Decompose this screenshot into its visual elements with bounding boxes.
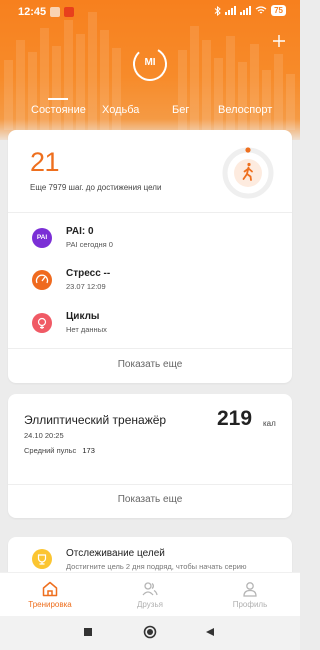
status-icons: 75 bbox=[214, 5, 286, 16]
nav-label: Профиль bbox=[232, 600, 268, 609]
status-bar: 12:45 75 bbox=[0, 0, 300, 24]
workout-unit: кал bbox=[263, 419, 276, 428]
battery-indicator: 75 bbox=[271, 5, 286, 16]
steps-caption: Еще 7979 шаг. до достижения цели bbox=[30, 183, 162, 192]
notification-icon bbox=[50, 7, 60, 17]
plus-icon bbox=[273, 35, 285, 47]
pai-icon: PAI bbox=[32, 228, 52, 248]
metric-title: PAI: 0 bbox=[66, 226, 94, 237]
tab-walking[interactable]: Ходьба bbox=[102, 104, 139, 116]
workout-card[interactable]: Эллиптический тренажёр 219 кал 24.10 20:… bbox=[8, 394, 292, 518]
steps-ring[interactable] bbox=[220, 145, 276, 201]
metric-title: Стресс -- bbox=[66, 268, 111, 279]
goal-title: Отслеживание целей bbox=[66, 548, 165, 559]
workout-pulse: Средний пульс 173 bbox=[24, 446, 95, 455]
status-card: 21 Еще 7979 шаг. до достижения цели PAI … bbox=[8, 130, 292, 383]
show-more-button[interactable]: Показать еще bbox=[8, 359, 292, 370]
metric-subtitle: Нет данных bbox=[66, 325, 107, 334]
steps-value[interactable]: 21 bbox=[30, 147, 60, 178]
goal-description: Достигните цель 2 дня подряд, чтобы нача… bbox=[66, 562, 247, 571]
home-button-icon[interactable] bbox=[143, 625, 157, 639]
pulse-value: 173 bbox=[82, 446, 95, 455]
nav-label: Друзья bbox=[137, 600, 163, 609]
metric-cycles[interactable]: Циклы Нет данных bbox=[32, 311, 272, 341]
pulse-label: Средний пульс bbox=[24, 446, 77, 455]
nav-profile[interactable]: Профиль bbox=[210, 573, 290, 617]
cycles-flower-icon bbox=[32, 313, 52, 333]
goal-trophy-icon bbox=[32, 549, 52, 569]
mi-logo: MI bbox=[131, 45, 169, 83]
add-button[interactable] bbox=[268, 30, 290, 52]
stress-gauge-icon bbox=[32, 270, 52, 290]
workout-title: Эллиптический тренажёр bbox=[24, 413, 167, 427]
system-navigation-bar bbox=[0, 616, 300, 650]
divider bbox=[8, 348, 292, 349]
status-time: 12:45 bbox=[18, 6, 47, 18]
metric-title: Циклы bbox=[66, 311, 100, 322]
tab-state[interactable]: Состояние bbox=[31, 104, 86, 116]
workout-date: 24.10 20:25 bbox=[24, 431, 64, 440]
nav-label: Тренировка bbox=[28, 600, 72, 609]
bottom-navigation: Тренировка Друзья Профиль bbox=[0, 572, 300, 616]
tab-bar: Состояние Ходьба Бег Велоспорт bbox=[0, 104, 300, 124]
active-tab-indicator bbox=[48, 98, 68, 100]
divider bbox=[8, 484, 292, 485]
signal-icon bbox=[225, 6, 237, 15]
header: 12:45 75 MI Состояние Ходьба Бег Велоспо… bbox=[0, 0, 300, 140]
tab-running[interactable]: Бег bbox=[172, 104, 189, 116]
signal-icon bbox=[240, 6, 252, 15]
wifi-icon bbox=[255, 6, 267, 14]
notification-icon bbox=[64, 7, 74, 17]
metric-subtitle: PAI сегодня 0 bbox=[66, 240, 113, 249]
logo-text: MI bbox=[144, 57, 156, 68]
bluetooth-icon bbox=[214, 5, 221, 16]
show-more-button[interactable]: Показать еще bbox=[8, 494, 292, 505]
divider bbox=[8, 212, 292, 213]
nav-workout[interactable]: Тренировка bbox=[10, 573, 90, 617]
profile-icon bbox=[243, 582, 257, 597]
friends-icon bbox=[142, 582, 158, 596]
back-icon[interactable] bbox=[205, 627, 215, 637]
tab-cycling[interactable]: Велоспорт bbox=[218, 104, 272, 116]
home-icon bbox=[42, 581, 58, 597]
nav-friends[interactable]: Друзья bbox=[110, 573, 190, 617]
workout-calories: 219 bbox=[217, 407, 253, 430]
metric-stress[interactable]: Стресс -- 23.07 12:09 bbox=[32, 268, 272, 298]
metric-pai[interactable]: PAI PAI: 0 PAI сегодня 0 bbox=[32, 226, 272, 256]
recent-apps-icon[interactable] bbox=[83, 627, 93, 637]
metric-subtitle: 23.07 12:09 bbox=[66, 282, 106, 291]
